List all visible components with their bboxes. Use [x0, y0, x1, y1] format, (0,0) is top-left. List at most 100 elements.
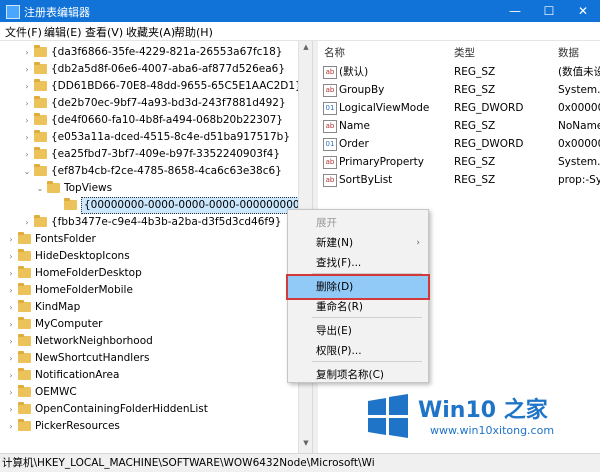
chevron-right-icon[interactable]: › [22, 214, 32, 231]
menu-item-label: 重命名(R) [316, 301, 363, 313]
menu-item-label: 删除(D) [316, 281, 354, 293]
menu-favorites[interactable]: 收藏夹(A) [126, 24, 175, 40]
delete-menu-item[interactable]: 删除(D) [286, 274, 430, 300]
folder-icon [18, 351, 31, 363]
chevron-right-icon[interactable]: › [6, 418, 16, 435]
menu-item-label: 展开 [316, 217, 337, 229]
tree-node-label: {ea25fbd7-3bf7-409e-b97f-3352240903f4} [51, 148, 281, 160]
tree-node-label: OEMWC [35, 386, 77, 398]
string-value-icon: ab [323, 156, 337, 169]
folder-icon [18, 334, 31, 346]
chevron-down-icon[interactable]: ⌄ [22, 163, 32, 180]
folder-icon [18, 317, 31, 329]
value-name: LogicalViewMode [339, 102, 430, 114]
chevron-right-icon[interactable]: › [22, 61, 32, 78]
chevron-right-icon[interactable]: › [6, 401, 16, 418]
folder-icon [34, 62, 47, 74]
chevron-right-icon[interactable]: › [6, 333, 16, 350]
tree-node-label: {00000000-0000-0000-0000-000000000000} [81, 197, 312, 214]
permissions-menu-item[interactable]: 权限(P)... [288, 340, 428, 362]
key-tree-pane: › {da3f6866-35fe-4229-821a-26553a67fc18} ›… [0, 41, 312, 453]
export-menu-item[interactable]: 导出(E) [288, 320, 428, 342]
tree-node-label: FontsFolder [35, 233, 96, 245]
tree-node-label: KindMap [35, 301, 81, 313]
minimize-button[interactable]: — [498, 0, 532, 22]
value-row[interactable]: 01LogicalViewMode REG_DWORD 0x000000 [318, 99, 600, 117]
chevron-right-icon[interactable]: › [22, 112, 32, 129]
value-row[interactable]: ab SortByList REG_SZ prop:-Sy [318, 171, 600, 189]
tree-node-label: {de2b70ec-9bf7-4a93-bd3d-243f7881d492} [51, 97, 286, 109]
string-value-icon: ab [323, 66, 337, 79]
chevron-right-icon[interactable]: › [22, 129, 32, 146]
chevron-right-icon[interactable]: › [6, 316, 16, 333]
value-type: REG_DWORD [454, 138, 524, 150]
expand-menu-item: 展开 [288, 212, 428, 234]
menu-edit[interactable]: 编辑(E) [44, 24, 82, 40]
windows-logo-icon [368, 394, 408, 438]
value-type: REG_SZ [454, 120, 496, 132]
chevron-right-icon[interactable]: › [22, 78, 32, 95]
chevron-right-icon[interactable]: › [22, 44, 32, 61]
menu-help[interactable]: 帮助(H) [174, 24, 213, 40]
close-button[interactable]: ✕ [566, 0, 600, 22]
status-bar: 计算机\HKEY_LOCAL_MACHINE\SOFTWARE\WOW6432N… [0, 453, 600, 472]
maximize-button[interactable]: ☐ [532, 0, 566, 22]
value-data: (数值未设 [558, 66, 600, 78]
menu-item-label: 复制项名称(C) [316, 369, 385, 381]
folder-icon [18, 232, 31, 244]
tree-node-label: HideDesktopIcons [35, 250, 130, 262]
column-header-data[interactable]: 数据 [558, 45, 579, 60]
value-row[interactable]: abGroupBy REG_SZ System.S [318, 81, 600, 99]
value-data: prop:-Sy [558, 174, 600, 186]
menu-file[interactable]: 文件(F) [5, 24, 42, 40]
rename-menu-item[interactable]: 重命名(R) [288, 296, 428, 318]
chevron-right-icon[interactable]: › [6, 231, 16, 248]
menu-separator [312, 273, 422, 274]
chevron-right-icon[interactable]: › [6, 282, 16, 299]
chevron-right-icon[interactable]: › [6, 265, 16, 282]
menu-view[interactable]: 查看(V) [85, 24, 123, 40]
scroll-down-icon[interactable]: ▼ [299, 439, 313, 447]
folder-icon [18, 385, 31, 397]
tree-node-label: {DD61BD66-70E8-48dd-9655-65C5E1AAC2D1} [51, 80, 302, 92]
chevron-right-icon[interactable]: › [22, 146, 32, 163]
copy-key-name-menu-item[interactable]: 复制项名称(C) [288, 364, 428, 386]
menu-bar: 文件(F) 编辑(E) 查看(V) 收藏夹(A) 帮助(H) [0, 22, 600, 41]
new-menu-item[interactable]: 新建(N) › [288, 232, 428, 254]
value-data: System.S [558, 156, 600, 168]
chevron-right-icon[interactable]: › [6, 367, 16, 384]
menu-separator [312, 317, 422, 318]
value-row[interactable]: abPrimaryProperty REG_SZ System.S [318, 153, 600, 171]
folder-icon [47, 181, 60, 193]
find-menu-item[interactable]: 查找(F)... [288, 252, 428, 274]
window-title: 注册表编辑器 [24, 6, 90, 19]
value-data: NoName [558, 120, 600, 132]
column-header-name[interactable]: 名称 [324, 45, 345, 60]
folder-icon [18, 283, 31, 295]
chevron-down-icon[interactable]: ⌄ [35, 180, 45, 197]
tree-node-label: HomeFolderDesktop [35, 267, 142, 279]
chevron-right-icon[interactable]: › [6, 350, 16, 367]
tree-node-label: {ef87b4cb-f2ce-4785-8658-4ca6c63e38c6} [51, 165, 282, 177]
value-type: REG_SZ [454, 156, 496, 168]
chevron-right-icon[interactable]: › [6, 248, 16, 265]
tree-node-label: TopViews [64, 182, 113, 194]
column-header-type[interactable]: 类型 [454, 45, 475, 60]
tree-node-label: NotificationArea [35, 369, 120, 381]
string-value-icon: ab [323, 174, 337, 187]
value-data: System.S [558, 84, 600, 96]
value-row[interactable]: ab (默认) REG_SZ (数值未设 [318, 63, 600, 81]
tree-node-label: {da3f6866-35fe-4229-821a-26553a67fc18} [51, 46, 283, 58]
value-name: PrimaryProperty [339, 156, 425, 168]
value-type: REG_DWORD [454, 102, 524, 114]
value-type: REG_SZ [454, 66, 496, 78]
folder-icon [34, 45, 47, 57]
value-row[interactable]: 01Order REG_DWORD 0x000000 [318, 135, 600, 153]
chevron-right-icon[interactable]: › [6, 299, 16, 316]
scroll-up-icon[interactable]: ▲ [299, 43, 313, 51]
chevron-right-icon[interactable]: › [22, 95, 32, 112]
tree-node-label: {de4f0660-fa10-4b8f-a494-068b20b22307} [51, 114, 283, 126]
folder-icon [34, 164, 47, 176]
chevron-right-icon[interactable]: › [6, 384, 16, 401]
value-row[interactable]: ab Name REG_SZ NoName [318, 117, 600, 135]
